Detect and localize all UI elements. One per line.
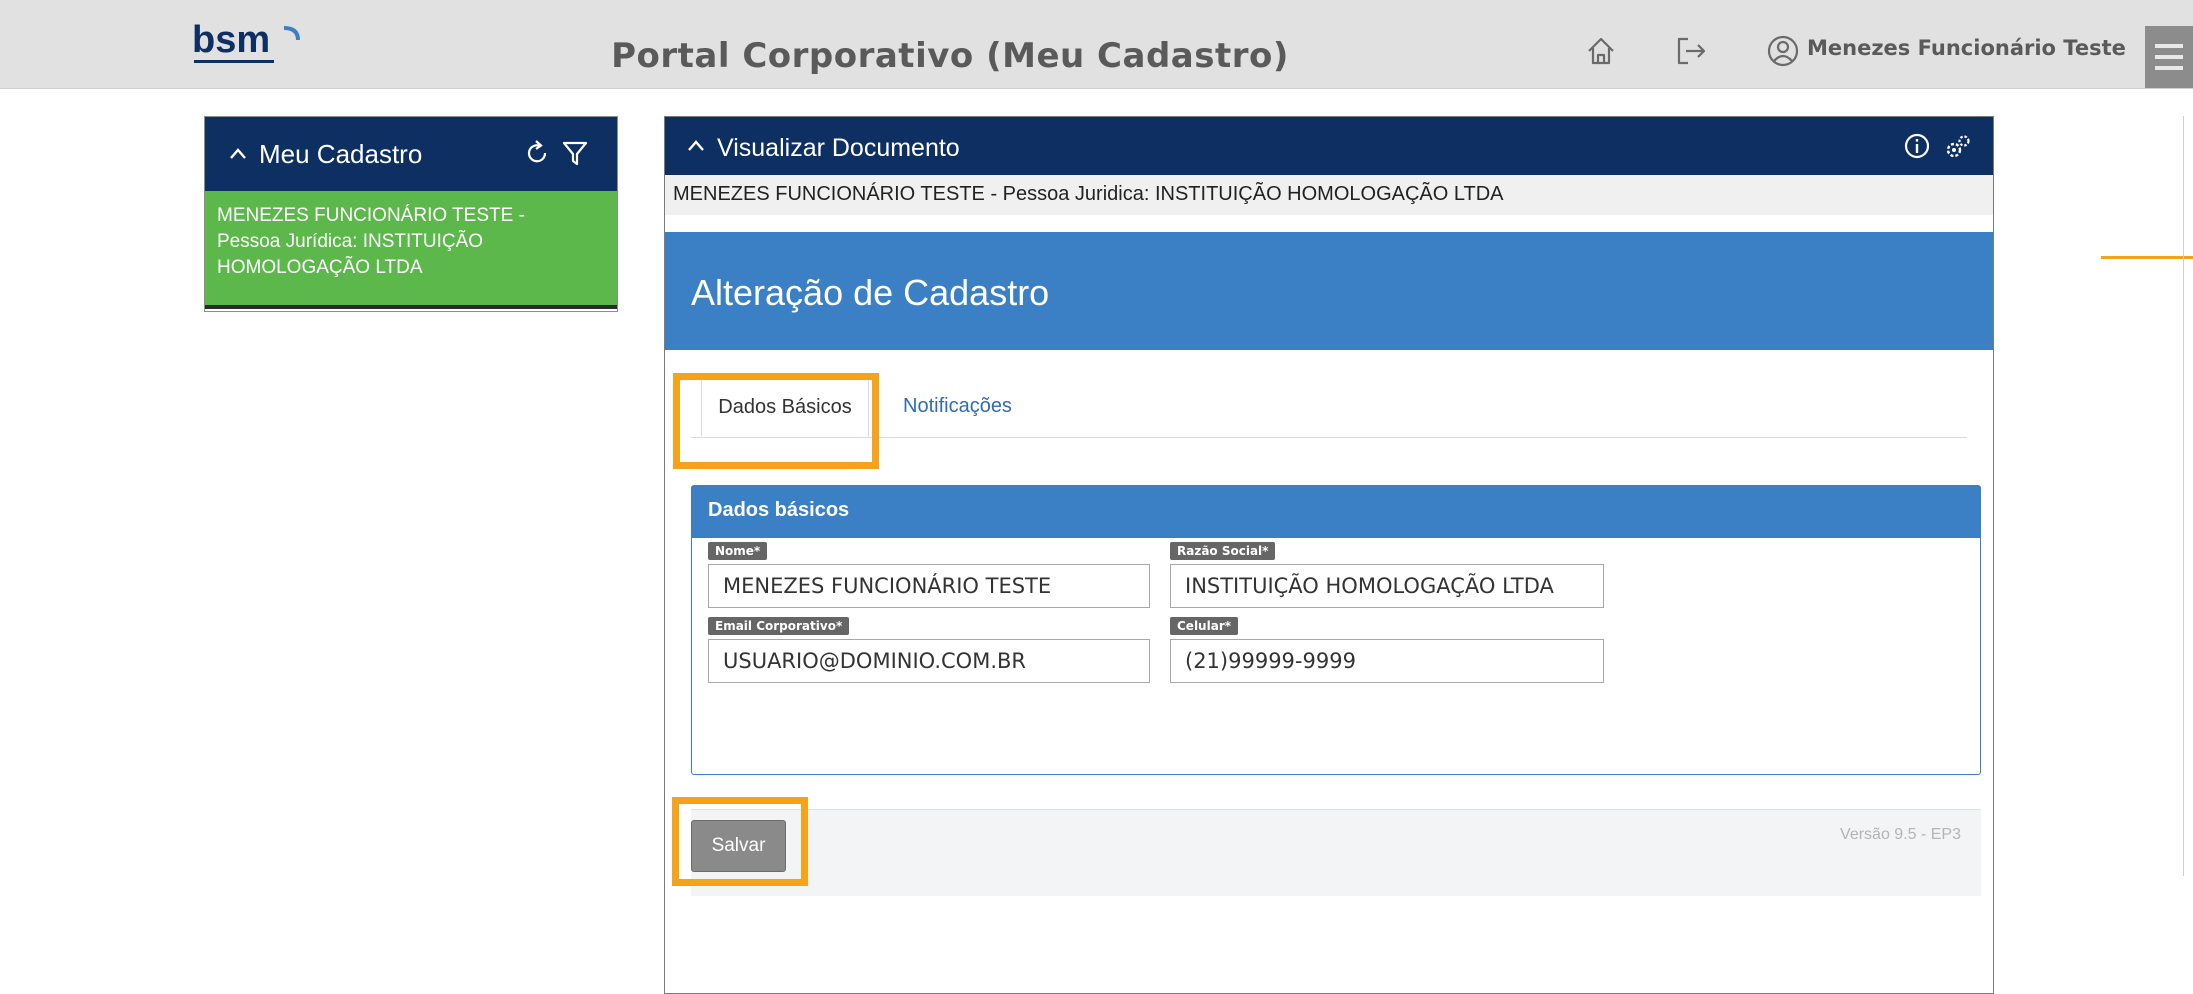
visualizar-documento-panel: Visualizar Documento MENEZES FUNCIONÁRIO… [664, 116, 1994, 994]
razao-social-label: Razão Social* [1170, 542, 1276, 560]
document-subject: MENEZES FUNCIONÁRIO TESTE - Pessoa Jurid… [665, 175, 1993, 215]
refresh-icon[interactable] [523, 139, 551, 167]
dados-basicos-section: Dados básicos Nome* MENEZES FUNCIONÁRIO … [691, 485, 1981, 775]
user-icon[interactable] [1766, 34, 1800, 68]
panel-title: Meu Cadastro [259, 139, 423, 169]
form-title: Alteração de Cadastro [691, 272, 1050, 313]
chevron-up-icon[interactable] [687, 137, 705, 155]
settings-icon[interactable] [1943, 132, 1973, 162]
hamburger-menu-icon[interactable] [2145, 26, 2193, 88]
list-item-line: HOMOLOGAÇÃO LTDA [217, 257, 423, 278]
razao-social-field[interactable]: INSTITUIÇÃO HOMOLOGAÇÃO LTDA [1170, 564, 1604, 608]
panel-title: Visualizar Documento [717, 134, 960, 162]
chevron-up-icon[interactable] [229, 145, 247, 163]
section-title: Dados básicos [692, 486, 1980, 538]
filter-icon[interactable] [561, 139, 589, 167]
right-strip [2183, 116, 2193, 876]
meu-cadastro-header[interactable]: Meu Cadastro [205, 117, 617, 191]
user-name[interactable]: Menezes Funcionário Teste [1807, 36, 2126, 60]
form-banner: Alteração de Cadastro [665, 232, 1993, 350]
home-icon[interactable] [1584, 34, 1618, 68]
form-footer: Versão 9.5 - EP3 [691, 809, 1981, 896]
info-icon[interactable] [1903, 132, 1931, 160]
tab-notificacoes[interactable]: Notificações [903, 377, 1012, 437]
tab-highlight-box [673, 373, 879, 469]
save-highlight-box [672, 797, 808, 886]
email-label: Email Corporativo* [708, 617, 850, 635]
logout-icon[interactable] [1674, 34, 1708, 68]
orange-divider [2101, 256, 2193, 259]
list-item-line: MENEZES FUNCIONÁRIO TESTE - [217, 205, 525, 226]
email-field[interactable]: USUARIO@DOMINIO.COM.BR [708, 639, 1150, 683]
meu-cadastro-panel: Meu Cadastro MENEZES FUNCIONÁRIO TESTE -… [204, 116, 618, 312]
list-item-cadastro[interactable]: MENEZES FUNCIONÁRIO TESTE - Pessoa Juríd… [205, 191, 617, 309]
celular-label: Celular* [1170, 617, 1239, 635]
version-text: Versão 9.5 - EP3 [1840, 826, 1961, 843]
list-item-line: Pessoa Jurídica: INSTITUIÇÃO [217, 231, 484, 252]
tab-bar: Dados Básicos Notificações [691, 377, 1967, 438]
celular-field[interactable]: (21)99999-9999 [1170, 639, 1604, 683]
top-bar: bsm Portal Corporativo (Meu Cadastro) Me… [0, 0, 2193, 89]
nome-field[interactable]: MENEZES FUNCIONÁRIO TESTE [708, 564, 1150, 608]
visualizar-documento-header[interactable]: Visualizar Documento [665, 117, 1993, 175]
nome-label: Nome* [708, 542, 768, 560]
